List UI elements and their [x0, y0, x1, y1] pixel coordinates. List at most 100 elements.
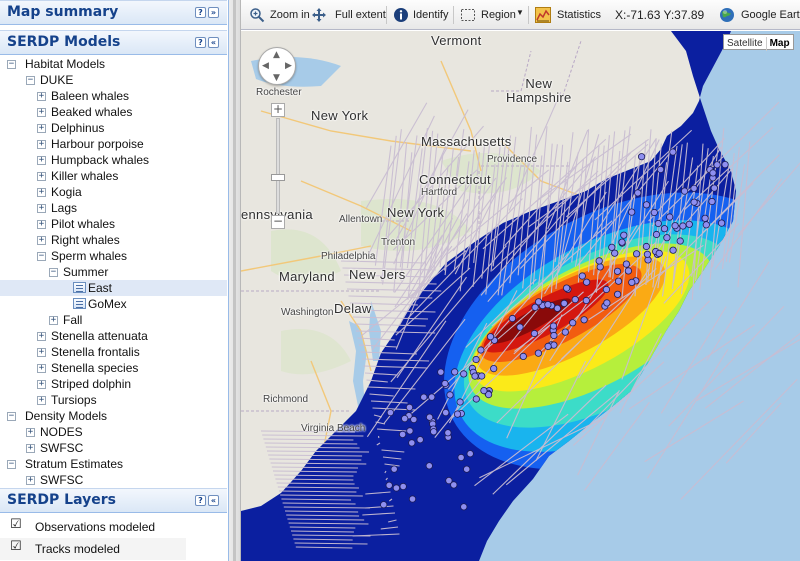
zoom-slider-track[interactable]	[276, 118, 280, 214]
collapse-icon[interactable]: «	[208, 37, 219, 48]
pan-control[interactable]: ▲ ▼ ◀ ▶	[258, 47, 296, 85]
collapse-toggle-icon[interactable]: −	[26, 76, 35, 85]
expand-toggle-icon[interactable]: +	[37, 204, 46, 213]
tree-node[interactable]: + Stenella frontalis	[0, 344, 227, 360]
collapse-toggle-icon[interactable]: −	[37, 252, 46, 261]
collapse-icon[interactable]: «	[208, 495, 219, 506]
tree-node[interactable]: + Beaked whales	[0, 104, 227, 120]
tree-node[interactable]: + Pilot whales	[0, 216, 227, 232]
tree-node[interactable]: GoMex	[0, 296, 227, 312]
pan-up-icon[interactable]: ▲	[273, 50, 280, 60]
tree-node[interactable]: + SWFSC	[0, 440, 227, 456]
tree-node[interactable]: − Habitat Models	[0, 56, 227, 72]
tree-node[interactable]: East	[0, 280, 227, 296]
zoom-slider-thumb[interactable]	[271, 174, 285, 181]
tree-node-label: Pilot whales	[51, 217, 116, 231]
help-icon[interactable]: ?	[195, 495, 206, 506]
identify-button[interactable]: Identify	[391, 0, 451, 30]
expand-toggle-icon[interactable]: +	[37, 348, 46, 357]
satellite-button[interactable]: Satellite	[724, 37, 766, 51]
tree-node[interactable]: + Lags	[0, 200, 227, 216]
tree-node-label: SWFSC	[40, 473, 84, 487]
tree-node-label: East	[88, 281, 113, 295]
zoom-minus-button[interactable]: −	[271, 215, 285, 229]
pan-down-icon[interactable]: ▼	[273, 73, 280, 83]
zoom-in-button[interactable]: Zoom in	[247, 0, 315, 30]
toolbar-separator	[386, 6, 387, 24]
expand-toggle-icon[interactable]: +	[49, 316, 58, 325]
statistics-button[interactable]: Statistics	[533, 0, 601, 30]
expand-toggle-icon[interactable]: +	[37, 108, 46, 117]
expand-toggle-icon[interactable]: +	[37, 124, 46, 133]
sighting-marker	[652, 230, 661, 239]
full-extent-button[interactable]: Full extent	[311, 0, 386, 30]
tree-node[interactable]: + Killer whales	[0, 168, 227, 184]
tree-node[interactable]: − Summer	[0, 264, 227, 280]
sighting-marker	[460, 503, 468, 511]
zoom-plus-button[interactable]: +	[271, 103, 285, 117]
sighting-marker	[690, 198, 698, 206]
collapse-toggle-icon[interactable]: −	[49, 268, 58, 277]
expand-toggle-icon[interactable]: +	[26, 444, 35, 453]
checkbox-checked-icon[interactable]: ☑	[10, 540, 22, 553]
expand-toggle-icon[interactable]: +	[37, 396, 46, 405]
tree-node[interactable]: + Humpback whales	[0, 152, 227, 168]
expand-toggle-icon[interactable]: +	[37, 236, 46, 245]
serdp-layers-header[interactable]: SERDP Layers ? «	[0, 488, 227, 513]
tree-node[interactable]: + Baleen whales	[0, 88, 227, 104]
sighting-marker	[471, 372, 479, 380]
map-button[interactable]: Map	[765, 37, 793, 51]
help-icon[interactable]: ?	[195, 37, 206, 48]
region-dropdown[interactable]: Region ▼	[458, 0, 526, 30]
sighting-marker	[399, 430, 407, 438]
expand-toggle-icon[interactable]: +	[37, 364, 46, 373]
collapse-toggle-icon[interactable]: −	[7, 60, 16, 69]
serdp-layers-title: SERDP Layers	[7, 492, 116, 508]
tree-node[interactable]: + Tursiops	[0, 392, 227, 408]
expand-toggle-icon[interactable]: +	[37, 172, 46, 181]
google-earth-button[interactable]: Google Earth	[719, 0, 800, 30]
tree-node[interactable]: + Right whales	[0, 232, 227, 248]
expand-toggle-icon[interactable]: +	[37, 380, 46, 389]
tree-node[interactable]: − Density Models	[0, 408, 227, 424]
pan-right-icon[interactable]: ▶	[285, 61, 292, 71]
tree-node[interactable]: − Stratum Estimates	[0, 456, 227, 472]
help-icon[interactable]: ?	[195, 7, 206, 18]
map-view[interactable]: Vermont New Hampshire Rochester New York…	[241, 31, 800, 561]
sighting-marker	[622, 260, 630, 268]
tree-node[interactable]: − DUKE	[0, 72, 227, 88]
tree-node[interactable]: + SWFSC	[0, 472, 227, 488]
collapse-toggle-icon[interactable]: −	[7, 460, 16, 469]
tree-node[interactable]: + Kogia	[0, 184, 227, 200]
map-summary-header[interactable]: Map summary ? »	[0, 0, 227, 25]
layer-tracks[interactable]: ☑ Tracks modeled	[0, 538, 186, 560]
collapse-toggle-icon[interactable]: −	[7, 412, 16, 421]
sighting-marker	[420, 393, 428, 401]
expand-toggle-icon[interactable]: +	[37, 188, 46, 197]
expand-toggle-icon[interactable]: +	[37, 220, 46, 229]
layer-observations[interactable]: ☑ Observations modeled	[0, 516, 227, 538]
expand-toggle-icon[interactable]: +	[37, 140, 46, 149]
tree-node[interactable]: + Striped dolphin	[0, 376, 227, 392]
expand-toggle-icon[interactable]: +	[26, 476, 35, 485]
expand-toggle-icon[interactable]: +	[26, 428, 35, 437]
sighting-marker	[519, 352, 527, 360]
tree-node[interactable]: + Delphinus	[0, 120, 227, 136]
checkbox-checked-icon[interactable]: ☑	[10, 518, 22, 531]
expand-icon[interactable]: »	[208, 7, 219, 18]
tree-node[interactable]: + Stenella species	[0, 360, 227, 376]
map-label-maryland: Maryland	[279, 269, 335, 284]
expand-toggle-icon[interactable]: +	[37, 156, 46, 165]
expand-toggle-icon[interactable]: +	[37, 92, 46, 101]
tree-node[interactable]: + NODES	[0, 424, 227, 440]
tree-node[interactable]: − Sperm whales	[0, 248, 227, 264]
tree-node[interactable]: + Stenella attenuata	[0, 328, 227, 344]
expand-toggle-icon[interactable]: +	[37, 332, 46, 341]
pan-left-icon[interactable]: ◀	[262, 61, 269, 71]
sighting-marker	[453, 410, 462, 418]
panel-splitter[interactable]	[229, 0, 241, 561]
serdp-models-header[interactable]: SERDP Models ? «	[0, 30, 227, 55]
tree-node-label: Lags	[51, 201, 78, 215]
tree-node[interactable]: + Harbour porpoise	[0, 136, 227, 152]
tree-node[interactable]: + Fall	[0, 312, 227, 328]
